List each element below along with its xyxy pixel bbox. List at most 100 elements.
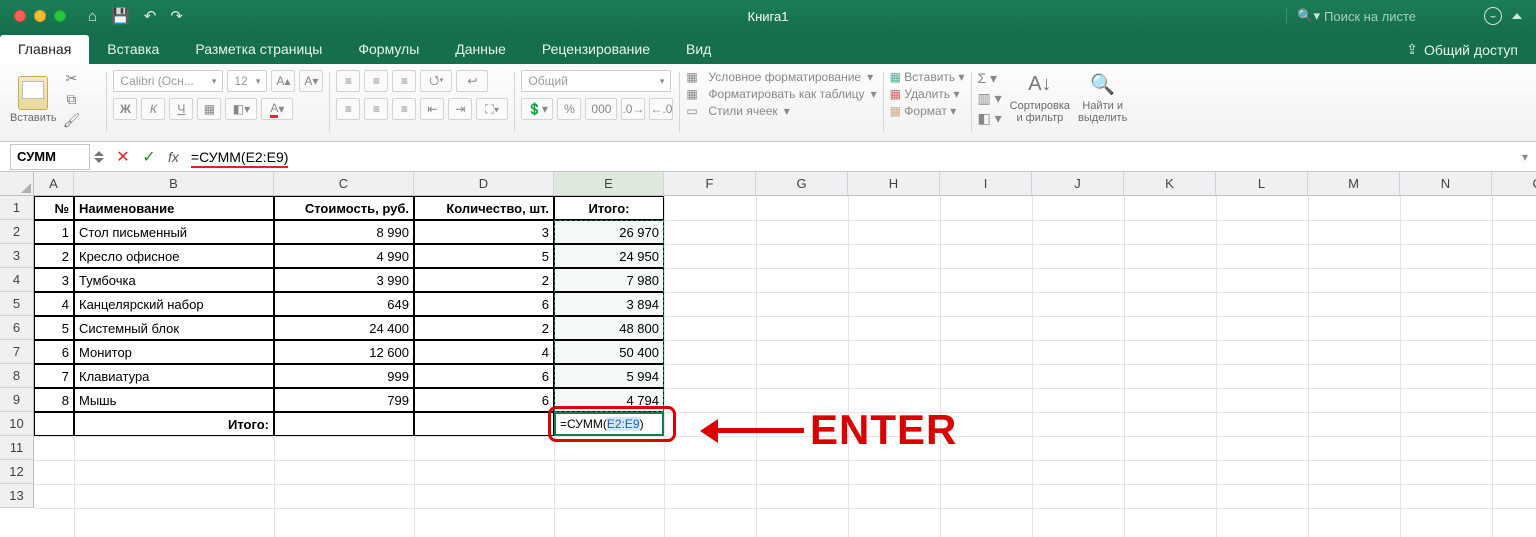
col-header-K[interactable]: K	[1124, 172, 1216, 195]
cell-name[interactable]: Монитор	[74, 340, 274, 364]
worksheet[interactable]: 12345678910111213 ABCDEFGHIJKLMNO №Наиме…	[0, 172, 1536, 537]
tab-data[interactable]: Данные	[437, 35, 524, 64]
bold-button[interactable]: Ж	[113, 98, 137, 120]
col-header-J[interactable]: J	[1032, 172, 1124, 195]
cell-cost[interactable]: 3 990	[274, 268, 414, 292]
close-window-button[interactable]	[14, 10, 26, 22]
cell-name[interactable]: Клавиатура	[74, 364, 274, 388]
col-header-F[interactable]: F	[664, 172, 756, 195]
tab-view[interactable]: Вид	[668, 35, 729, 64]
row-header-1[interactable]: 1	[0, 196, 33, 220]
col-header-O[interactable]: O	[1492, 172, 1536, 195]
cancel-formula-button[interactable]: ✕	[110, 147, 136, 167]
row-header-10[interactable]: 10	[0, 412, 33, 436]
cell-cost[interactable]: 649	[274, 292, 414, 316]
merge-icon[interactable]: ⛶▾	[476, 98, 508, 120]
save-icon[interactable]: 💾	[111, 7, 130, 25]
cell-name[interactable]: Системный блок	[74, 316, 274, 340]
cell-qty[interactable]: 6	[414, 364, 554, 388]
cell-total[interactable]: 48 800	[554, 316, 664, 340]
fx-icon[interactable]: fx	[168, 149, 179, 165]
col-header-C[interactable]: C	[274, 172, 414, 195]
ribbon-collapse-icon[interactable]	[1512, 13, 1522, 19]
row-header-8[interactable]: 8	[0, 364, 33, 388]
cell-qty[interactable]: 6	[414, 292, 554, 316]
cell-qty[interactable]: 2	[414, 316, 554, 340]
italic-button[interactable]: К	[141, 98, 165, 120]
header-total[interactable]: Итого:	[554, 196, 664, 220]
increase-decimal-icon[interactable]: .0→	[621, 98, 645, 120]
cell-total[interactable]: 26 970	[554, 220, 664, 244]
header-num[interactable]: №	[34, 196, 74, 220]
align-bottom-icon[interactable]: ≡	[392, 70, 416, 92]
cell-qty[interactable]: 3	[414, 220, 554, 244]
col-header-E[interactable]: E	[554, 172, 664, 195]
col-header-H[interactable]: H	[848, 172, 940, 195]
formula-expand-icon[interactable]: ▾	[1514, 150, 1536, 164]
cell-cost[interactable]: 12 600	[274, 340, 414, 364]
increase-indent-icon[interactable]: ⇥	[448, 98, 472, 120]
name-box[interactable]: СУММ	[10, 144, 90, 170]
format-cells-button[interactable]: ▦ Формат ▾	[890, 104, 965, 118]
row-header-13[interactable]: 13	[0, 484, 33, 508]
row-header-6[interactable]: 6	[0, 316, 33, 340]
feedback-icon[interactable]: ⌣	[1484, 7, 1502, 25]
conditional-formatting-button[interactable]: ▦Условное форматирование ▾	[686, 70, 876, 84]
sort-filter-button[interactable]: A↓ Сортировка и фильтр	[1010, 70, 1070, 124]
format-painter-icon[interactable]: 🖌	[63, 112, 81, 129]
redo-icon[interactable]: ↷	[170, 7, 183, 25]
confirm-formula-button[interactable]: ✓	[136, 147, 162, 167]
cell-num[interactable]: 5	[34, 316, 74, 340]
header-name[interactable]: Наименование	[74, 196, 274, 220]
font-color-button[interactable]: A▾	[261, 98, 293, 120]
row-header-7[interactable]: 7	[0, 340, 33, 364]
copy-icon[interactable]: ⧉	[67, 91, 77, 108]
fill-color-button[interactable]: ◧▾	[225, 98, 257, 120]
cell-num[interactable]: 2	[34, 244, 74, 268]
formula-input[interactable]: =СУММ(E2:E9)	[185, 149, 1514, 165]
cell-cost[interactable]: 799	[274, 388, 414, 412]
cell-cost[interactable]: 999	[274, 364, 414, 388]
decrease-font-icon[interactable]: A▾	[299, 70, 323, 92]
insert-cells-button[interactable]: ▦ Вставить ▾	[890, 70, 965, 84]
tab-home[interactable]: Главная	[0, 35, 89, 64]
tab-formulas[interactable]: Формулы	[340, 35, 437, 64]
cell-num[interactable]: 1	[34, 220, 74, 244]
cell-total[interactable]: 24 950	[554, 244, 664, 268]
share-button[interactable]: ⇪ Общий доступ	[1388, 35, 1536, 64]
row-header-11[interactable]: 11	[0, 436, 33, 460]
cell-name[interactable]: Мышь	[74, 388, 274, 412]
tab-review[interactable]: Рецензирование	[524, 35, 668, 64]
cell-num[interactable]: 8	[34, 388, 74, 412]
search-box[interactable]: 🔍▾	[1286, 8, 1474, 24]
cell-empty[interactable]	[414, 412, 554, 436]
row-header-12[interactable]: 12	[0, 460, 33, 484]
cell-total[interactable]: 7 980	[554, 268, 664, 292]
select-all-corner[interactable]	[0, 172, 34, 196]
align-left-icon[interactable]: ≡	[336, 98, 360, 120]
delete-cells-button[interactable]: ▦ Удалить ▾	[890, 87, 965, 101]
cell-qty[interactable]: 4	[414, 340, 554, 364]
header-qty[interactable]: Количество, шт.	[414, 196, 554, 220]
cell-qty[interactable]: 6	[414, 388, 554, 412]
clear-icon[interactable]: ◧ ▾	[978, 110, 1002, 127]
minimize-window-button[interactable]	[34, 10, 46, 22]
align-center-icon[interactable]: ≡	[364, 98, 388, 120]
cell-total[interactable]: 50 400	[554, 340, 664, 364]
col-header-G[interactable]: G	[756, 172, 848, 195]
home-icon[interactable]: ⌂	[88, 8, 97, 25]
col-header-D[interactable]: D	[414, 172, 554, 195]
tab-insert[interactable]: Вставка	[89, 35, 177, 64]
cell-name[interactable]: Тумбочка	[74, 268, 274, 292]
row-header-2[interactable]: 2	[0, 220, 33, 244]
grand-total-label[interactable]: Итого:	[74, 412, 274, 436]
font-name-dropdown[interactable]: Calibri (Осн...▾	[113, 70, 223, 92]
increase-font-icon[interactable]: A▴	[271, 70, 295, 92]
cell-empty[interactable]	[34, 412, 74, 436]
cell-total[interactable]: 4 794	[554, 388, 664, 412]
cell-cost[interactable]: 24 400	[274, 316, 414, 340]
thousands-icon[interactable]: 000	[585, 98, 617, 120]
cell-name[interactable]: Кресло офисное	[74, 244, 274, 268]
zoom-window-button[interactable]	[54, 10, 66, 22]
col-header-L[interactable]: L	[1216, 172, 1308, 195]
